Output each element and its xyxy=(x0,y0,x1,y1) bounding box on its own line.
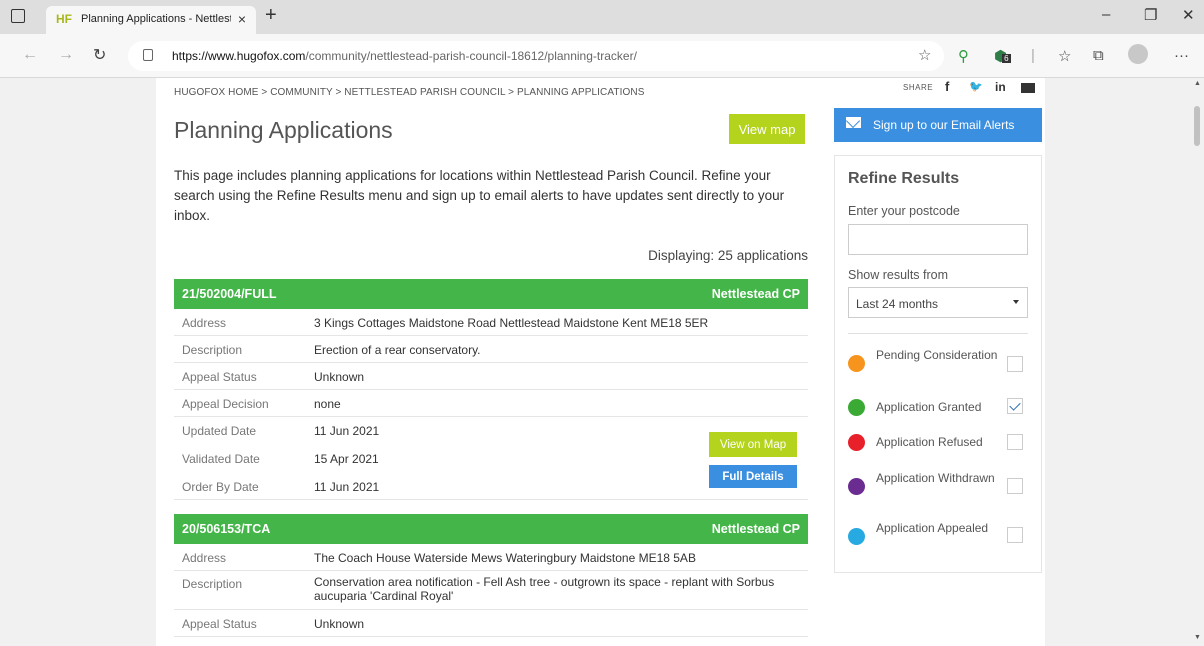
extension-pin-icon[interactable]: ⚲ xyxy=(958,47,969,65)
view-on-map-button[interactable]: View on Map xyxy=(709,432,797,457)
row-label: Description xyxy=(182,577,243,591)
back-arrow-icon[interactable]: ← xyxy=(22,46,38,64)
status-dot-refused xyxy=(848,434,865,451)
refine-title: Refine Results xyxy=(848,170,960,187)
application-area: Nettlestead CP xyxy=(711,287,800,301)
pending-checkbox[interactable] xyxy=(1007,356,1023,372)
status-dot-appealed xyxy=(848,528,865,545)
extension-shield-icon[interactable]: ⬢6 xyxy=(994,47,1011,65)
window-close-icon[interactable]: ✕ xyxy=(1182,6,1195,24)
browser-extensions-icon[interactable]: ☆ xyxy=(1058,47,1071,65)
table-row: Appeal Status Unknown xyxy=(174,610,808,637)
status-label-withdrawn: Application Withdrawn xyxy=(876,471,995,485)
favorites-star-icon[interactable]: ☆ xyxy=(918,46,931,64)
row-value: The Coach House Waterside Mews Wateringb… xyxy=(314,551,696,565)
date-range-value: Last 24 months xyxy=(856,297,939,311)
chevron-down-icon xyxy=(1013,300,1019,304)
divider-icon: | xyxy=(1031,47,1035,64)
profile-avatar-icon[interactable] xyxy=(1128,44,1148,64)
status-dot-pending xyxy=(848,355,865,372)
row-label: Order By Date xyxy=(182,480,259,494)
results-count: Displaying: 25 applications xyxy=(648,248,808,263)
scroll-down-icon[interactable]: ▼ xyxy=(1194,634,1201,641)
table-row: Description Conservation area notificati… xyxy=(174,571,808,610)
breadcrumb[interactable]: HUGOFOX HOME > COMMUNITY > NETTLESTEAD P… xyxy=(174,87,644,98)
withdrawn-checkbox[interactable] xyxy=(1007,478,1023,494)
row-label: Description xyxy=(182,343,243,357)
status-label-pending: Pending Consideration xyxy=(876,348,998,362)
row-label: Validated Date xyxy=(182,452,260,466)
row-value: Unknown xyxy=(314,370,365,384)
extension-badge: 6 xyxy=(1002,54,1011,63)
divider xyxy=(848,333,1028,334)
row-label: Address xyxy=(182,316,227,330)
tab-close-icon[interactable]: × xyxy=(238,11,246,27)
forward-arrow-icon[interactable]: → xyxy=(58,46,74,64)
row-value: none xyxy=(314,397,341,411)
row-label: Appeal Status xyxy=(182,617,257,631)
browser-tab[interactable]: HF Planning Applications - Nettlestead × xyxy=(46,6,256,34)
full-details-button[interactable]: Full Details xyxy=(709,465,797,488)
table-row: Description Erection of a rear conservat… xyxy=(174,336,808,363)
facebook-icon[interactable]: f xyxy=(945,79,949,94)
status-dot-granted xyxy=(848,399,865,416)
date-range-select[interactable]: Last 24 months xyxy=(848,287,1028,318)
status-label-granted: Application Granted xyxy=(876,400,982,414)
show-results-label: Show results from xyxy=(848,268,949,282)
row-label: Updated Date xyxy=(182,424,257,438)
linkedin-icon[interactable]: in xyxy=(995,80,1006,94)
table-row: Address The Coach House Waterside Mews W… xyxy=(174,544,808,571)
intro-text: This page includes planning applications… xyxy=(174,168,785,223)
url-field[interactable]: https://www.hugofox.com/community/nettle… xyxy=(128,41,944,71)
row-label: Appeal Status xyxy=(182,370,257,384)
url-text: https://www.hugofox.com/community/nettle… xyxy=(172,49,637,63)
collections-icon[interactable]: ⧉ xyxy=(1093,47,1104,64)
new-tab-icon[interactable]: + xyxy=(265,4,277,27)
appealed-checkbox[interactable] xyxy=(1007,527,1023,543)
granted-checkbox[interactable] xyxy=(1007,398,1023,414)
row-value: Conservation area notification - Fell As… xyxy=(314,575,775,603)
tab-actions-icon[interactable] xyxy=(11,9,25,23)
application-header: 21/502004/FULL Nettlestead CP xyxy=(174,279,808,309)
envelope-icon xyxy=(846,117,861,128)
scrollbar[interactable]: ▲ ▼ xyxy=(1190,78,1204,646)
table-row: Appeal Decision none xyxy=(174,390,808,417)
view-map-button[interactable]: View map xyxy=(729,114,805,144)
postcode-label: Enter your postcode xyxy=(848,204,960,218)
row-value: 3 Kings Cottages Maidstone Road Nettlest… xyxy=(314,316,709,330)
more-menu-icon[interactable]: ··· xyxy=(1174,47,1189,64)
email-alerts-button[interactable]: Sign up to our Email Alerts xyxy=(834,108,1042,142)
table-row: Appeal Status Unknown xyxy=(174,363,808,390)
refused-checkbox[interactable] xyxy=(1007,434,1023,450)
status-label-refused: Application Refused xyxy=(876,435,983,449)
row-value: Unknown xyxy=(314,617,365,631)
share-label: SHARE xyxy=(903,83,934,92)
application-header: 20/506153/TCA Nettlestead CP xyxy=(174,514,808,544)
minimize-icon[interactable]: – xyxy=(1102,6,1110,23)
twitter-icon[interactable]: 🐦 xyxy=(969,80,983,93)
site-favicon-icon: HF xyxy=(56,12,72,26)
page-title: Planning Applications xyxy=(174,117,393,143)
table-row: Address 3 Kings Cottages Maidstone Road … xyxy=(174,309,808,336)
row-label: Address xyxy=(182,551,227,565)
email-alerts-label: Sign up to our Email Alerts xyxy=(873,118,1015,132)
lock-icon xyxy=(143,49,153,61)
row-value: Erection of a rear conservatory. xyxy=(314,343,481,357)
tab-title: Planning Applications - Nettlestead xyxy=(81,13,231,25)
application-ref: 20/506153/TCA xyxy=(182,522,271,536)
scrollbar-thumb[interactable] xyxy=(1194,106,1200,146)
refresh-icon[interactable]: ↻ xyxy=(93,45,106,65)
application-ref: 21/502004/FULL xyxy=(182,287,277,301)
status-label-appealed: Application Appealed xyxy=(876,521,989,535)
restore-icon[interactable]: ❐ xyxy=(1144,6,1157,24)
address-bar: ← → ↻ https://www.hugofox.com/community/… xyxy=(0,34,1204,78)
browser-tab-strip: HF Planning Applications - Nettlestead ×… xyxy=(0,0,1204,34)
scroll-up-icon[interactable]: ▲ xyxy=(1194,80,1201,87)
application-area: Nettlestead CP xyxy=(711,522,800,536)
status-dot-withdrawn xyxy=(848,478,865,495)
email-share-icon[interactable] xyxy=(1021,83,1035,93)
postcode-input[interactable] xyxy=(848,224,1028,255)
row-label: Appeal Decision xyxy=(182,397,269,411)
